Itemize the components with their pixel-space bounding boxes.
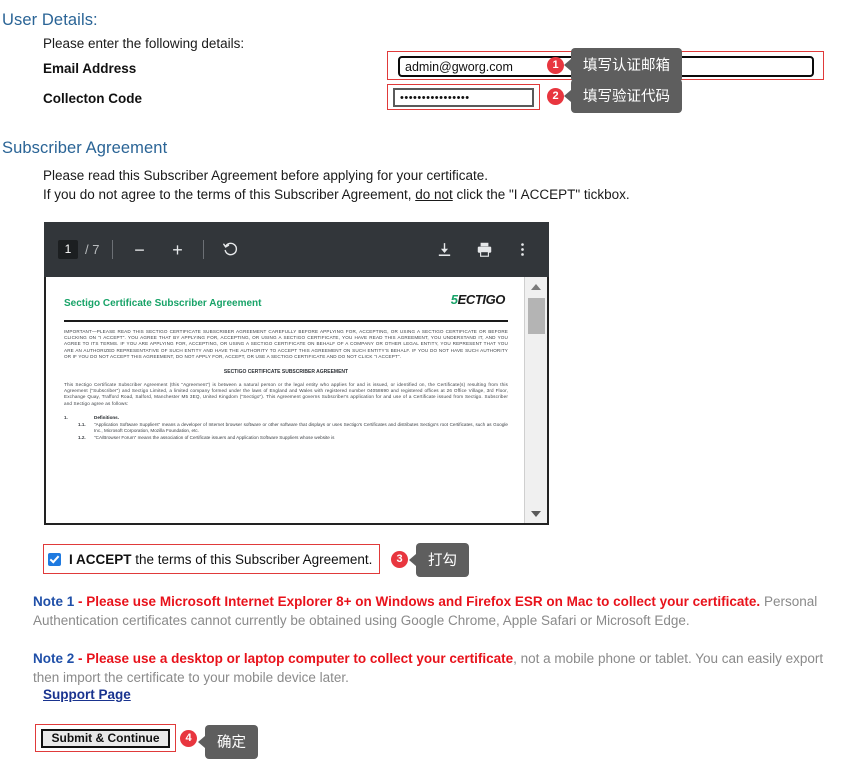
document-definitions-list: 1. Definitions. 1.1. "Application Softwa… [64,415,508,442]
rotate-counterclockwise-icon[interactable] [217,237,243,263]
note-2-dash: - [74,651,87,666]
accept-label: I ACCEPT the terms of this Subscriber Ag… [69,552,372,567]
note-1-label: Note 1 [33,594,75,609]
intro-text: Please enter the following details: [43,36,245,51]
do-not-emphasis: do not [415,187,453,202]
subscriber-line-2b: click the "I ACCEPT" tickbox. [452,187,630,202]
document-title: Sectigo Certificate Subscriber Agreement [64,298,262,309]
accept-label-rest: the terms of this Subscriber Agreement. [131,552,373,567]
collection-code-input[interactable] [393,88,534,107]
callout-badge-4: 4 [180,730,197,747]
scroll-up-arrow-icon[interactable] [525,277,547,296]
subscriber-line-1: Please read this Subscriber Agreement be… [43,168,488,183]
submit-and-continue-button[interactable]: Submit & Continue [41,729,170,748]
print-icon[interactable] [471,237,497,263]
toolbar-divider-2 [203,240,205,259]
email-label: Email Address [43,61,137,76]
page-title-user-details: User Details: [2,11,98,29]
pdf-page-number-input[interactable]: 1 [58,240,78,259]
list-item: 1.2. "CA/Browser Forum" means the associ… [64,435,508,441]
list-item-text: "Application Software Suppliers" means a… [94,422,508,434]
accept-checkbox-row[interactable]: I ACCEPT the terms of this Subscriber Ag… [48,552,372,567]
sectigo-logo-text: ECTIGO [457,292,506,307]
document-paragraph-2: This Sectigo Certificate Subscriber Agre… [64,382,508,406]
sectigo-logo-mark: 5 [450,292,458,307]
document-rule [64,320,508,322]
callout-badge-2: 2 [547,88,564,105]
collection-code-label: Collecton Code [43,91,143,106]
note-1-emphasis: Please use Microsoft Internet Explorer 8… [86,594,761,609]
subscriber-line-2a: If you do not agree to the terms of this… [43,187,416,202]
callout-tooltip-2: 填写验证代码 [564,79,682,113]
scroll-down-arrow-icon[interactable] [525,504,547,523]
callout-tooltip-4: 确定 [198,725,258,759]
note-1: Note 1 - Please use Microsoft Internet E… [33,592,833,630]
pdf-page-total: / 7 [85,242,100,257]
document-heading-2: SECTIGO CERTIFICATE SUBSCRIBER AGREEMENT [223,369,349,376]
download-icon[interactable] [431,237,457,263]
scrollbar-thumb[interactable] [528,298,545,334]
pdf-document-page: Sectigo Certificate Subscriber Agreement… [46,277,525,523]
list-item-text: Definitions. [94,414,120,420]
page-title-subscriber-agreement: Subscriber Agreement [2,139,168,157]
list-item-number: 1. [64,414,68,420]
zoom-in-icon[interactable]: + [164,237,190,263]
pdf-page-area: Sectigo Certificate Subscriber Agreement… [44,277,549,525]
callout-badge-3: 3 [391,551,408,568]
support-page-link[interactable]: Support Page [43,687,131,702]
note-1-dash: - [74,594,87,609]
note-2-label: Note 2 [33,651,75,666]
list-item: 1.1. "Application Software Suppliers" me… [64,422,508,434]
callout-tooltip-3: 打勾 [409,543,469,577]
list-item: 1. Definitions. [64,415,508,421]
note-2: Note 2 - Please use a desktop or laptop … [33,649,833,687]
pdf-toolbar: 1 / 7 − + [44,222,549,277]
list-item-number: 1.1. [78,422,86,428]
document-paragraph-1: IMPORTANT—PLEASE READ THIS SECTIGO CERTI… [64,329,508,359]
zoom-out-icon[interactable]: − [126,237,152,263]
subscriber-instructions: Please read this Subscriber Agreement be… [43,166,743,204]
note-2-emphasis: Please use a desktop or laptop computer … [86,651,514,666]
list-item-text: "CA/Browser Forum" means the association… [94,435,335,441]
pdf-scrollbar[interactable] [524,277,547,523]
accept-checkbox[interactable] [48,553,61,566]
more-options-icon[interactable] [509,237,535,263]
pdf-viewer[interactable]: 1 / 7 − + Sectigo Certificate Subscriber… [44,222,549,525]
callout-tooltip-1: 填写认证邮箱 [564,48,682,82]
list-item-number: 1.2. [78,435,86,441]
accept-label-bold: I ACCEPT [69,552,132,567]
toolbar-divider [112,240,114,259]
sectigo-logo: 5ECTIGO [450,292,506,307]
callout-badge-1: 1 [547,57,564,74]
